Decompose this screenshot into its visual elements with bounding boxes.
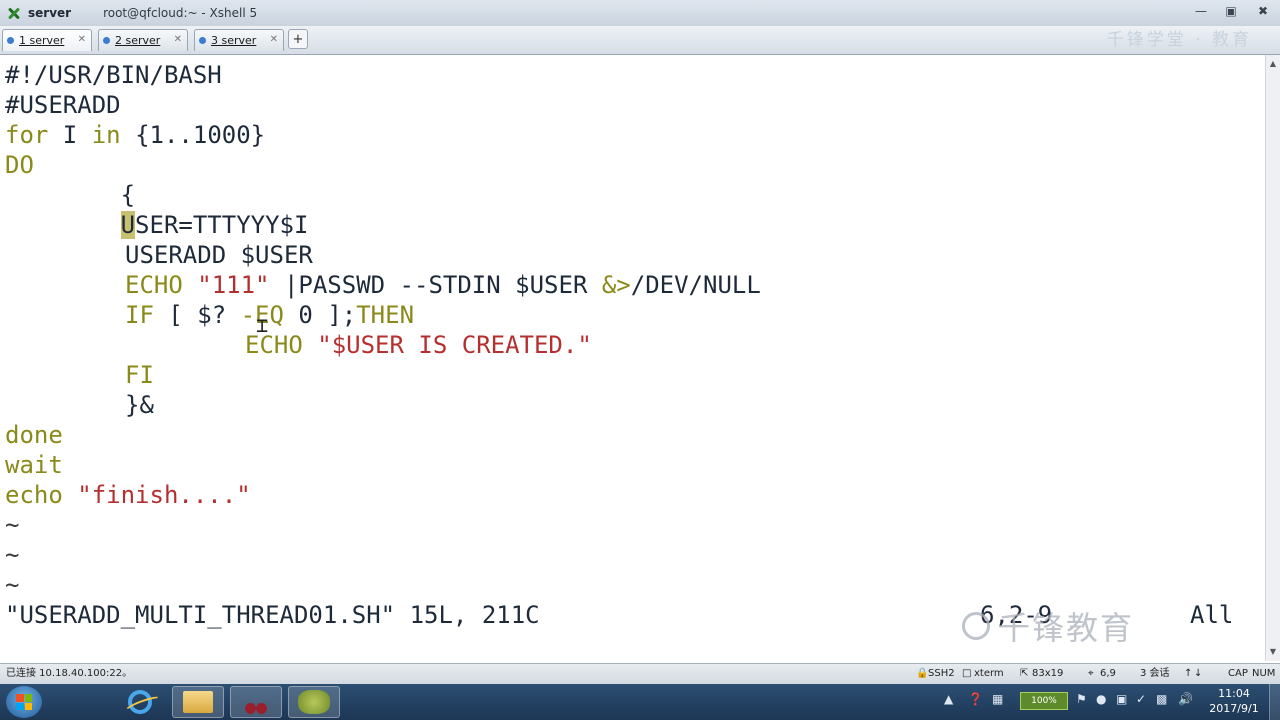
scroll-up-icon[interactable]: ▲ bbox=[1268, 57, 1278, 71]
connection-status: 已连接 10.18.40.100:22。 bbox=[6, 668, 133, 679]
code-line-12: }& bbox=[125, 391, 154, 419]
num-lock-indicator: NUM bbox=[1252, 668, 1276, 679]
session-tab-bar: 1 server ✕ 2 server ✕ 3 server ✕ + 千锋学堂 … bbox=[0, 26, 1280, 55]
caps-lock-indicator: CAP bbox=[1228, 668, 1248, 679]
maximize-button[interactable]: ▣ bbox=[1216, 0, 1246, 22]
brand-watermark: 千锋教育 bbox=[962, 604, 1134, 648]
tray-help-icon[interactable]: ❓ bbox=[968, 692, 983, 706]
code-line-11: FI bbox=[125, 361, 154, 389]
tab-1-server[interactable]: 1 server ✕ bbox=[2, 29, 92, 51]
taskbar-explorer[interactable] bbox=[172, 686, 224, 718]
minimize-button[interactable]: — bbox=[1186, 0, 1216, 22]
session-status-icon bbox=[7, 37, 14, 44]
taskbar-ie[interactable] bbox=[114, 686, 166, 718]
code-line-3: for I in {1..1000} bbox=[5, 121, 266, 149]
tray-signal-icon[interactable]: ▩ bbox=[1156, 692, 1167, 706]
show-desktop-button[interactable] bbox=[1269, 684, 1280, 720]
terminal-type: xterm bbox=[974, 668, 1004, 679]
tab-2-server[interactable]: 2 server ✕ bbox=[98, 29, 188, 51]
window-title: root@qfcloud:~ - Xshell 5 bbox=[103, 6, 258, 20]
position-icon: ⌖ bbox=[1088, 668, 1094, 679]
internet-explorer-icon bbox=[128, 690, 152, 714]
tray-check-icon[interactable]: ✓ bbox=[1136, 692, 1146, 706]
lock-icon: 🔒 bbox=[916, 668, 929, 679]
tray-network-icon[interactable]: ▦ bbox=[992, 692, 1003, 706]
terminal-position: 6,9 bbox=[1100, 668, 1116, 679]
code-line-4: DO bbox=[5, 151, 34, 179]
text-cursor: U bbox=[120, 211, 136, 239]
tab-3-server[interactable]: 3 server ✕ bbox=[194, 29, 284, 51]
resize-icon: ⇱ bbox=[1020, 668, 1029, 679]
terminal-size: 83x19 bbox=[1032, 668, 1064, 679]
taskbar-xshell[interactable] bbox=[288, 686, 340, 718]
start-button[interactable] bbox=[6, 686, 42, 718]
tray-expand-icon[interactable]: ▲ bbox=[944, 692, 953, 706]
vim-message: "USERADD_MULTI_THREAD01.SH" 15L, 211C bbox=[5, 601, 540, 629]
session-name: server bbox=[28, 6, 72, 20]
tab-label: 2 server bbox=[115, 34, 161, 47]
session-status-icon bbox=[199, 37, 206, 44]
text-select-cursor-icon: ⌶ bbox=[256, 313, 269, 337]
session-count: 3 会话 bbox=[1140, 668, 1170, 679]
title-bar: server root@qfcloud:~ - Xshell 5 — ▣ ✖ bbox=[0, 0, 1280, 26]
code-line-9: IF [ $? -EQ 0 ];THEN bbox=[125, 301, 415, 329]
windows-logo-icon bbox=[16, 694, 32, 710]
system-clock[interactable]: 11:04 2017/9/1 bbox=[1202, 686, 1266, 716]
code-line-7: USERADD $USER bbox=[125, 241, 313, 269]
tab-close-icon[interactable]: ✕ bbox=[78, 34, 86, 45]
folder-icon bbox=[183, 691, 213, 713]
add-tab-button[interactable]: + bbox=[288, 29, 308, 49]
scroll-down-icon[interactable]: ▼ bbox=[1268, 645, 1278, 659]
watermark-top: 千锋学堂 · 教育 bbox=[1106, 30, 1252, 50]
code-line-2: #USERADD bbox=[5, 91, 121, 119]
empty-line-marker: ~ bbox=[5, 571, 20, 599]
code-line-5: { bbox=[5, 181, 136, 209]
brand-logo-icon bbox=[962, 612, 990, 640]
protocol-label: SSH2 bbox=[928, 668, 955, 679]
empty-line-marker: ~ bbox=[5, 541, 20, 569]
tab-label: 3 server bbox=[211, 34, 257, 47]
cherry-icon bbox=[243, 690, 269, 714]
terminal-icon: □ bbox=[962, 668, 972, 679]
code-line-1: #!/USR/BIN/BASH bbox=[5, 61, 222, 89]
clock-time: 11:04 bbox=[1218, 687, 1250, 700]
tray-pc-icon[interactable]: ▣ bbox=[1116, 692, 1127, 706]
xshell-logo-icon bbox=[6, 5, 22, 21]
taskbar bbox=[0, 684, 1280, 720]
close-button[interactable]: ✖ bbox=[1246, 0, 1280, 22]
upload-icon: ↑ bbox=[1184, 668, 1193, 679]
code-line-8: ECHO "111" |PASSWD --STDIN $USER &>/DEV/… bbox=[125, 271, 761, 299]
status-bar: 已连接 10.18.40.100:22。 🔒 SSH2 □ xterm ⇱ 83… bbox=[0, 663, 1280, 684]
taskbar-app-cherry[interactable] bbox=[230, 686, 282, 718]
code-line-14: wait bbox=[5, 451, 63, 479]
tab-label: 1 server bbox=[19, 34, 65, 47]
window-controls: — ▣ ✖ bbox=[1186, 0, 1280, 26]
input-language-indicator[interactable]: 100% bbox=[1020, 692, 1068, 710]
terminal-area[interactable]: #!/USR/BIN/BASH #USERADD for I in {1..10… bbox=[0, 55, 1266, 661]
code-line-15: echo "finish...." bbox=[5, 481, 251, 509]
session-status-icon bbox=[103, 37, 110, 44]
vertical-scrollbar[interactable]: ▲ ▼ bbox=[1265, 55, 1280, 661]
code-line-6: USER=TTTYYY$I bbox=[120, 211, 309, 239]
empty-line-marker: ~ bbox=[5, 511, 20, 539]
tab-close-icon[interactable]: ✕ bbox=[270, 34, 278, 45]
tab-close-icon[interactable]: ✕ bbox=[174, 34, 182, 45]
download-icon: ↓ bbox=[1194, 668, 1203, 679]
code-line-10: ECHO "$USER IS CREATED." bbox=[245, 331, 592, 359]
code-line-13: done bbox=[5, 421, 63, 449]
vim-scroll-position: All bbox=[1190, 601, 1234, 629]
volume-icon[interactable]: 🔊 bbox=[1178, 692, 1193, 706]
tray-app-icon[interactable]: ● bbox=[1096, 692, 1106, 706]
xshell-app-icon bbox=[298, 690, 330, 714]
tray-flag-icon[interactable]: ⚑ bbox=[1076, 692, 1087, 706]
clock-date: 2017/9/1 bbox=[1209, 702, 1259, 715]
